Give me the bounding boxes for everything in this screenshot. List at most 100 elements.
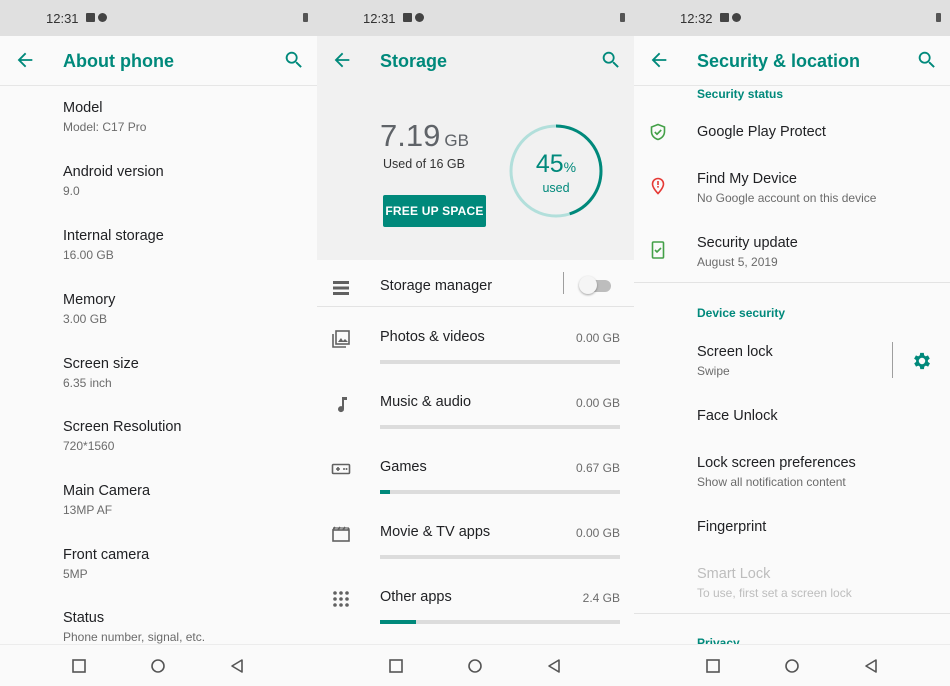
item-label: Status: [63, 610, 105, 626]
apps-grid-icon: [333, 591, 349, 607]
category-bar: [380, 425, 620, 429]
category-label: Movie & TV apps: [380, 524, 491, 540]
image-notification-icon: [403, 13, 412, 22]
category-bar: [380, 490, 620, 494]
music-note-icon: [338, 397, 347, 413]
used-of-total: Used of 16 GB: [383, 157, 465, 171]
list-icon: [333, 281, 349, 295]
category-bar: [380, 620, 620, 624]
divider: [317, 306, 634, 307]
notification-icons: [720, 13, 741, 22]
item-label: Model: [63, 100, 103, 116]
storage-manager-label: Storage manager: [380, 278, 493, 294]
battery-icon: [620, 13, 625, 22]
back-nav-icon[interactable]: [228, 657, 246, 675]
item-value: 16.00 GB: [63, 248, 114, 262]
used-amount-value: 7.19: [380, 118, 441, 153]
item-label: Main Camera: [63, 483, 151, 499]
back-nav-icon[interactable]: [862, 657, 880, 675]
divider: [634, 613, 950, 614]
status-bar: 12:32: [634, 0, 950, 36]
back-arrow-icon[interactable]: [331, 49, 353, 71]
usage-label: used: [542, 181, 570, 195]
recents-icon[interactable]: [387, 657, 405, 675]
security-location-screen: 12:32 Security & location Security statu…: [634, 0, 950, 686]
divider: [634, 282, 950, 283]
security-update-item[interactable]: Security update August 5, 2019: [697, 235, 798, 269]
item-value: To use, first set a screen lock: [697, 586, 852, 600]
status-time: 12:32: [680, 11, 713, 26]
security-list: Security status Google Play Protect Find…: [634, 86, 950, 644]
screen-lock-item[interactable]: Screen lock Swipe: [697, 344, 773, 378]
about-item-android-version[interactable]: Android version 9.0: [63, 164, 164, 198]
home-icon[interactable]: [466, 657, 484, 675]
about-item-status[interactable]: Status Phone number, signal, etc.: [63, 610, 205, 644]
back-arrow-icon[interactable]: [648, 49, 670, 71]
back-arrow-icon[interactable]: [14, 49, 36, 71]
item-label: Internal storage: [63, 228, 164, 244]
app-bar: About phone: [0, 36, 317, 86]
about-item-memory[interactable]: Memory 3.00 GB: [63, 292, 115, 326]
image-notification-icon: [86, 13, 95, 22]
category-size: 2.4 GB: [582, 591, 620, 605]
home-icon[interactable]: [149, 657, 167, 675]
lock-screen-preferences-item[interactable]: Lock screen preferences Show all notific…: [697, 455, 856, 489]
app-bar: Security & location: [634, 36, 950, 86]
recents-icon[interactable]: [70, 657, 88, 675]
storage-category-other-apps[interactable]: Other apps 2.4 GB: [317, 577, 634, 637]
item-label: Screen Resolution: [63, 419, 182, 435]
storage-category-movies[interactable]: Movie & TV apps 0.00 GB: [317, 512, 634, 572]
face-unlock-item[interactable]: Face Unlock: [697, 408, 778, 424]
item-label: Android version: [63, 164, 164, 180]
about-item-front-camera[interactable]: Front camera 5MP: [63, 547, 149, 581]
status-time: 12:31: [46, 11, 79, 26]
page-title: Security & location: [697, 51, 861, 71]
dot-notification-icon: [415, 13, 424, 22]
recents-icon[interactable]: [704, 657, 722, 675]
fingerprint-item[interactable]: Fingerprint: [697, 519, 766, 535]
navigation-bar: [0, 644, 317, 686]
item-label: Front camera: [63, 547, 150, 563]
item-value: Swipe: [697, 364, 730, 378]
storage-category-games[interactable]: Games 0.67 GB: [317, 447, 634, 507]
dot-notification-icon: [732, 13, 741, 22]
category-size: 0.00 GB: [575, 396, 620, 410]
item-label: Memory: [63, 292, 116, 308]
item-value: August 5, 2019: [697, 255, 778, 269]
notification-icons: [403, 13, 424, 22]
item-label: Fingerprint: [697, 519, 767, 535]
toggle-separator: [563, 272, 564, 294]
storage-manager-toggle-thumb[interactable]: [579, 276, 597, 294]
about-item-screen-size[interactable]: Screen size 6.35 inch: [63, 356, 139, 390]
item-value: Show all notification content: [697, 475, 846, 489]
category-label: Music & audio: [380, 394, 472, 410]
gear-icon[interactable]: [911, 350, 933, 372]
item-value: 3.00 GB: [63, 312, 108, 326]
search-icon[interactable]: [916, 49, 938, 71]
storage-category-photos[interactable]: Photos & videos 0.00 GB: [317, 317, 634, 377]
find-my-device-item[interactable]: Find My Device No Google account on this…: [697, 171, 876, 205]
storage-content: 7.19 GB Used of 16 GB FREE UP SPACE 45% u…: [317, 86, 634, 644]
about-item-internal-storage[interactable]: Internal storage 16.00 GB: [63, 228, 164, 262]
search-icon[interactable]: [600, 49, 622, 71]
item-value: Phone number, signal, etc.: [63, 630, 206, 644]
image-notification-icon: [720, 13, 729, 22]
category-label: Other apps: [380, 589, 452, 605]
free-up-space-button[interactable]: FREE UP SPACE: [383, 195, 486, 227]
item-value: No Google account on this device: [697, 191, 877, 205]
settings-separator: [892, 342, 893, 378]
security-update-icon: [651, 241, 665, 259]
about-item-screen-resolution[interactable]: Screen Resolution 720*1560: [63, 419, 182, 453]
item-value: 5MP: [63, 567, 88, 581]
back-nav-icon[interactable]: [545, 657, 563, 675]
google-play-protect-item[interactable]: Google Play Protect: [697, 124, 826, 140]
item-value: 720*1560: [63, 439, 115, 453]
storage-category-music[interactable]: Music & audio 0.00 GB: [317, 382, 634, 442]
home-icon[interactable]: [783, 657, 801, 675]
app-bar: Storage: [317, 36, 634, 86]
about-item-main-camera[interactable]: Main Camera 13MP AF: [63, 483, 150, 517]
battery-icon: [936, 13, 941, 22]
category-bar-fill: [380, 490, 390, 494]
search-icon[interactable]: [283, 49, 305, 71]
about-item-model[interactable]: Model Model: C17 Pro: [63, 100, 146, 134]
